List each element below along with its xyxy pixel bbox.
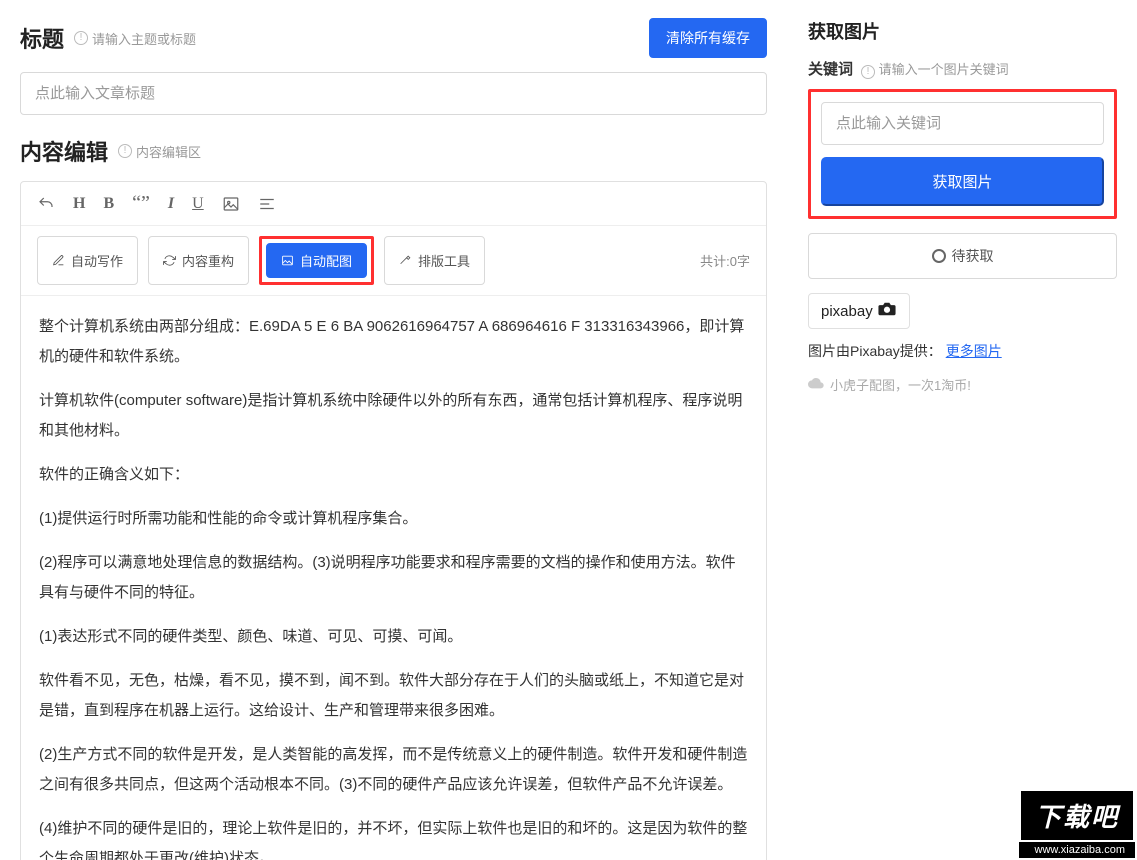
title-label-text: 标题 <box>20 22 64 54</box>
keyword-label-text: 关键词 <box>808 58 853 79</box>
fetch-image-button[interactable]: 获取图片 <box>821 157 1104 206</box>
clear-cache-button[interactable]: 清除所有缓存 <box>649 18 767 58</box>
bold-icon[interactable]: B <box>103 195 114 213</box>
title-section-label: 标题 ! 请输入主题或标题 <box>20 22 196 54</box>
provider-text: 图片由Pixabay提供： 更多图片 <box>808 341 1117 361</box>
pixabay-label: pixabay <box>821 303 873 320</box>
watermark: 下载吧 www.xiazaiba.com <box>1019 789 1135 858</box>
camera-icon <box>877 302 897 320</box>
layout-tool-label: 排版工具 <box>418 251 470 270</box>
paragraph: (4)维护不同的硬件是旧的，理论上软件是旧的，并不坏，但实际上软件也是旧的和坏的… <box>39 814 748 860</box>
status-button[interactable]: 待获取 <box>808 233 1117 279</box>
status-button-label: 待获取 <box>952 246 994 266</box>
paragraph: (1)提供运行时所需功能和性能的命令或计算机程序集合。 <box>39 504 748 534</box>
info-icon: ! <box>118 144 132 158</box>
editor-content[interactable]: 整个计算机系统由两部分组成：E.69DA 5 E 6 BA 9062616964… <box>21 296 766 860</box>
action-toolbar: 自动写作 内容重构 自动配图 <box>21 226 766 296</box>
character-count: 共计:0字 <box>700 251 750 270</box>
paragraph: 软件的正确含义如下： <box>39 460 748 490</box>
keyword-hint: ! 请输入一个图片关键词 <box>861 59 1009 79</box>
image-icon[interactable] <box>222 195 240 213</box>
content-hint-text: 内容编辑区 <box>136 142 201 161</box>
quote-icon[interactable]: “” <box>132 192 150 215</box>
paragraph: 软件看不见，无色，枯燥，看不见，摸不到，闻不到。软件大部分存在于人们的头脑或纸上… <box>39 666 748 726</box>
title-hint: ! 请输入主题或标题 <box>74 29 196 48</box>
keyword-input[interactable] <box>821 102 1104 145</box>
highlight-auto-image: 自动配图 <box>259 236 374 285</box>
watermark-url: www.xiazaiba.com <box>1019 842 1135 858</box>
paragraph: (2)生产方式不同的软件是开发，是人类智能的高发挥，而不是传统意义上的硬件制造。… <box>39 740 748 800</box>
sidebar-image-title: 获取图片 <box>808 18 1117 44</box>
format-toolbar: H B “” I U <box>21 182 766 226</box>
article-title-input[interactable] <box>20 72 767 115</box>
editor-box: H B “” I U <box>20 181 767 860</box>
paragraph: (2)程序可以满意地处理信息的数据结构。(3)说明程序功能要求和程序需要的文档的… <box>39 548 748 608</box>
keyword-label: 关键词 ! 请输入一个图片关键词 <box>808 58 1117 79</box>
paragraph: 整个计算机系统由两部分组成：E.69DA 5 E 6 BA 9062616964… <box>39 312 748 372</box>
watermark-text: 下载吧 <box>1019 789 1135 842</box>
paragraph: 计算机软件(computer software)是指计算机系统中除硬件以外的所有… <box>39 386 748 446</box>
auto-write-button[interactable]: 自动写作 <box>37 236 138 285</box>
underline-icon[interactable]: U <box>192 195 204 213</box>
circle-icon <box>932 249 946 263</box>
pixabay-badge: pixabay <box>808 293 910 329</box>
highlight-keyword-box: 获取图片 <box>808 89 1117 219</box>
italic-icon[interactable]: I <box>168 195 174 213</box>
content-section-label: 内容编辑 ! 内容编辑区 <box>20 135 767 167</box>
restructure-label: 内容重构 <box>182 251 234 270</box>
keyword-hint-text: 请输入一个图片关键词 <box>879 62 1009 77</box>
cloud-icon <box>808 377 824 392</box>
auto-image-button[interactable]: 自动配图 <box>266 243 367 278</box>
more-images-link[interactable]: 更多图片 <box>946 343 1002 359</box>
auto-image-label: 自动配图 <box>300 251 352 270</box>
paragraph: (1)表达形式不同的硬件类型、颜色、味道、可见、可摸、可闻。 <box>39 622 748 652</box>
auto-write-label: 自动写作 <box>71 251 123 270</box>
footer-note: 小虎子配图，一次1淘币! <box>808 375 1117 394</box>
footer-note-text: 小虎子配图，一次1淘币! <box>830 375 971 394</box>
layout-tool-button[interactable]: 排版工具 <box>384 236 485 285</box>
content-hint: ! 内容编辑区 <box>118 142 201 161</box>
content-label-text: 内容编辑 <box>20 135 108 167</box>
heading-icon[interactable]: H <box>73 195 85 213</box>
undo-icon[interactable] <box>37 195 55 213</box>
restructure-button[interactable]: 内容重构 <box>148 236 249 285</box>
align-left-icon[interactable] <box>258 195 276 213</box>
info-icon: ! <box>861 65 875 79</box>
title-hint-text: 请输入主题或标题 <box>92 29 196 48</box>
info-icon: ! <box>74 31 88 45</box>
provider-prefix: 图片由Pixabay提供： <box>808 343 942 359</box>
